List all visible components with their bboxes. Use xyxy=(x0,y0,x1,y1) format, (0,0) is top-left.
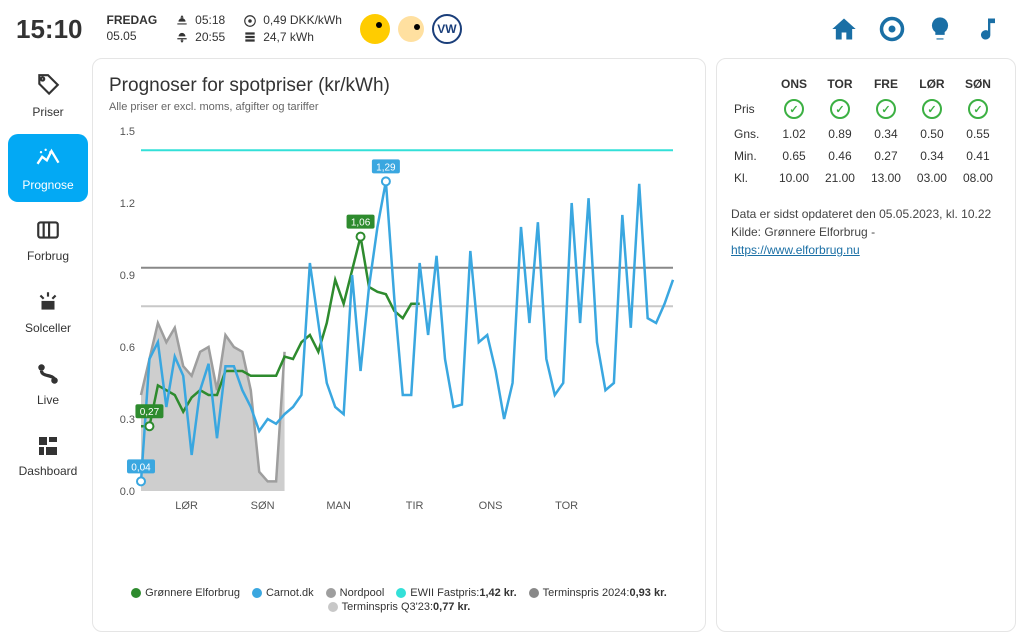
legend-item: Carnot.dk xyxy=(252,587,314,599)
svg-text:1,06: 1,06 xyxy=(351,218,371,229)
bulb-icon[interactable] xyxy=(920,9,960,49)
svg-text:ONS: ONS xyxy=(479,500,503,512)
music-icon[interactable] xyxy=(968,9,1008,49)
update-info: Data er sidst opdateret den 05.05.2023, … xyxy=(731,205,1001,259)
check-icon: ✓ xyxy=(830,99,850,119)
legend-item: Terminspris Q3'23: 0,77 kr. xyxy=(328,601,471,613)
header-app-icons: VW xyxy=(360,14,470,44)
sidebar: PriserPrognoseForbrugSolcellerLiveDashbo… xyxy=(4,58,92,632)
check-icon: ✓ xyxy=(922,99,942,119)
vw-logo-icon[interactable]: VW xyxy=(432,14,462,44)
stats-panel: ONSTORFRELØRSØNPris✓✓✓✓✓Gns.1.020.890.34… xyxy=(716,58,1016,632)
svg-text:0.3: 0.3 xyxy=(120,414,135,426)
stats-table: ONSTORFRELØRSØNPris✓✓✓✓✓Gns.1.020.890.34… xyxy=(731,73,1001,189)
svg-text:1.5: 1.5 xyxy=(120,126,135,138)
svg-text:1,29: 1,29 xyxy=(376,162,396,173)
header-bar: 15:10 FREDAG 05.05 05:18 20:55 0,49 DKK/… xyxy=(0,0,1024,58)
svg-text:0.0: 0.0 xyxy=(120,486,135,498)
sidebar-item-priser[interactable]: Priser xyxy=(8,62,88,130)
disc-icon[interactable] xyxy=(872,9,912,49)
clock: 15:10 xyxy=(16,14,83,45)
svg-text:0,27: 0,27 xyxy=(140,407,160,418)
legend-item: EWII Fastpris: 1,42 kr. xyxy=(396,587,516,599)
panel-title: Prognoser for spotpriser (kr/kWh) xyxy=(109,75,689,97)
svg-text:1.2: 1.2 xyxy=(120,198,135,210)
sun-times: 05:18 20:55 xyxy=(175,12,225,46)
sidebar-item-dashboard[interactable]: Dashboard xyxy=(8,422,88,490)
svg-text:0.6: 0.6 xyxy=(120,342,135,354)
sidebar-item-forbrug[interactable]: Forbrug xyxy=(8,206,88,274)
check-icon: ✓ xyxy=(968,99,988,119)
source-link[interactable]: https://www.elforbrug.nu xyxy=(731,243,860,257)
svg-text:TIR: TIR xyxy=(406,500,424,512)
panel-subtitle: Alle priser er excl. moms, afgifter og t… xyxy=(109,101,689,113)
sidebar-item-prognose[interactable]: Prognose xyxy=(8,134,88,202)
check-icon: ✓ xyxy=(784,99,804,119)
sunrise-icon xyxy=(175,14,189,28)
home-icon[interactable] xyxy=(824,9,864,49)
chart-legend: Grønnere Elforbrug Carnot.dk Nordpool EWII … xyxy=(109,587,689,615)
price-icon xyxy=(243,14,257,28)
duck-icon-2[interactable] xyxy=(398,16,424,42)
svg-text:MAN: MAN xyxy=(326,500,351,512)
chart-panel: Prognoser for spotpriser (kr/kWh) Alle p… xyxy=(92,58,706,632)
energy-meter-icon xyxy=(243,30,257,44)
date-block: FREDAG 05.05 xyxy=(107,13,158,44)
energy-block: 0,49 DKK/kWh 24,7 kWh xyxy=(243,12,342,46)
sidebar-item-live[interactable]: Live xyxy=(8,350,88,418)
forecast-chart: 0.0 0.3 0.6 0.9 1.2 1.5 LØR SØN MAN TIR ONS TOR 0,04… xyxy=(109,121,679,521)
sunset-icon xyxy=(175,30,189,44)
legend-item: Nordpool xyxy=(326,587,385,599)
sidebar-item-solceller[interactable]: Solceller xyxy=(8,278,88,346)
svg-text:0,04: 0,04 xyxy=(131,462,151,473)
svg-text:LØR: LØR xyxy=(175,500,198,512)
svg-text:0.9: 0.9 xyxy=(120,270,135,282)
duck-icon-1[interactable] xyxy=(360,14,390,44)
svg-text:SØN: SØN xyxy=(251,500,275,512)
legend-item: Grønnere Elforbrug xyxy=(131,587,240,599)
legend-item: Terminspris 2024: 0,93 kr. xyxy=(529,587,667,599)
svg-text:TOR: TOR xyxy=(555,500,578,512)
check-icon: ✓ xyxy=(876,99,896,119)
